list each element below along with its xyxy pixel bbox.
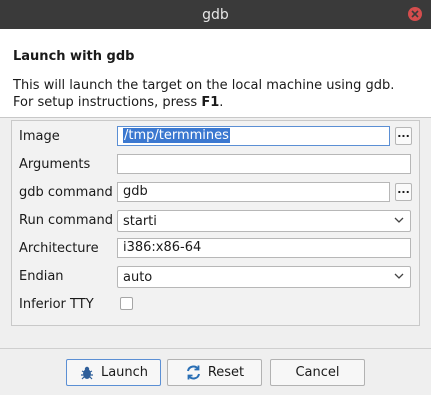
- launch-label: Launch: [100, 365, 149, 380]
- endian-row: Endian auto: [12, 264, 419, 290]
- header-divider: [0, 117, 431, 118]
- close-icon[interactable]: [408, 7, 422, 21]
- gdb-command-label: gdb command: [19, 185, 113, 200]
- chevron-down-icon: [394, 217, 404, 223]
- arguments-label: Arguments: [19, 157, 91, 172]
- window-title: gdb: [202, 6, 229, 23]
- description-suffix: .: [219, 95, 224, 110]
- endian-label: Endian: [19, 269, 64, 284]
- description-text: For setup instructions, press: [13, 95, 202, 110]
- cancel-label: Cancel: [295, 365, 340, 380]
- run-command-row: Run command starti: [12, 208, 419, 234]
- run-command-select[interactable]: starti: [117, 210, 411, 232]
- architecture-row: Architecture i386:x86-64: [12, 236, 419, 262]
- gdb-command-browse-button[interactable]: ...: [395, 183, 412, 201]
- image-label: Image: [19, 129, 60, 144]
- help-key: F1: [201, 95, 220, 110]
- description-line-1: This will launch the target on the local…: [13, 78, 395, 93]
- image-row: Image /tmp/termmines ...: [12, 124, 419, 150]
- title-bar: gdb: [0, 0, 431, 29]
- image-input[interactable]: /tmp/termmines: [117, 126, 390, 146]
- image-browse-button[interactable]: ...: [395, 127, 412, 145]
- reset-label: Reset: [207, 365, 245, 380]
- launch-options-panel: Image /tmp/termmines ... Arguments gdb c…: [11, 120, 420, 326]
- inferior-tty-label: Inferior TTY: [19, 297, 94, 312]
- gdb-command-row: gdb command gdb ...: [12, 180, 419, 206]
- arguments-row: Arguments: [12, 152, 419, 178]
- bug-icon: [80, 366, 93, 379]
- inferior-tty-checkbox[interactable]: [120, 297, 133, 310]
- dialog-header: Launch with gdb This will launch the tar…: [0, 29, 431, 118]
- dialog-heading: Launch with gdb: [13, 49, 135, 64]
- endian-select[interactable]: auto: [117, 266, 411, 288]
- refresh-icon: [186, 365, 200, 380]
- dialog-description: This will launch the target on the local…: [13, 77, 394, 111]
- footer-divider: [0, 348, 431, 349]
- reset-button[interactable]: Reset: [167, 359, 262, 386]
- architecture-label: Architecture: [19, 241, 99, 256]
- arguments-input[interactable]: [117, 154, 411, 174]
- inferior-tty-row: Inferior TTY: [12, 292, 419, 318]
- run-command-label: Run command: [19, 213, 113, 228]
- architecture-input[interactable]: i386:x86-64: [117, 238, 411, 258]
- gdb-command-input[interactable]: gdb: [117, 182, 390, 202]
- chevron-down-icon: [394, 273, 404, 279]
- description-line-2: For setup instructions, press F1.: [13, 94, 394, 111]
- launch-button[interactable]: Launch: [66, 359, 161, 386]
- image-value: /tmp/termmines: [123, 128, 230, 143]
- endian-value: auto: [123, 270, 153, 285]
- cancel-button[interactable]: Cancel: [270, 359, 365, 386]
- run-command-value: starti: [123, 214, 157, 229]
